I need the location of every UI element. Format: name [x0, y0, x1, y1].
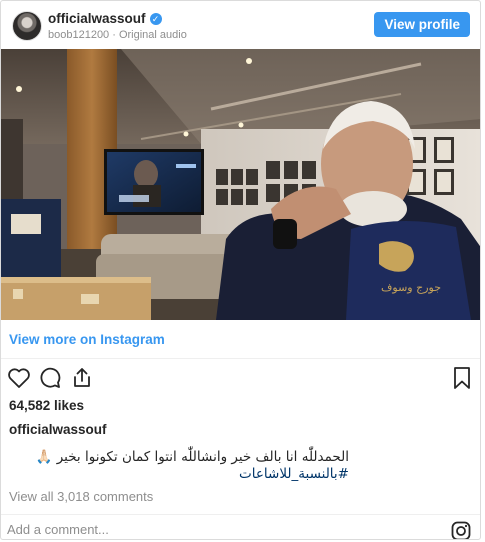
heart-icon[interactable]: [6, 365, 32, 391]
instagram-embed-card: officialwassouf ✓ boob121200 · Original a…: [0, 0, 481, 540]
view-more-bar: View more on Instagram: [1, 321, 480, 359]
video-frame: جورج وسوف: [1, 49, 480, 320]
comment-bar: [1, 514, 480, 539]
view-profile-button[interactable]: View profile: [374, 12, 470, 37]
post-caption: الحمدللّٰه انا بالف خير وانشاللّٰه انتوا…: [9, 449, 349, 483]
post-video[interactable]: جورج وسوف: [1, 49, 480, 320]
caption-username[interactable]: officialwassouf: [9, 422, 107, 437]
comment-icon[interactable]: [37, 365, 63, 391]
instagram-logo-icon[interactable]: [451, 521, 471, 539]
view-more-on-instagram-link[interactable]: View more on Instagram: [9, 332, 165, 347]
action-bar: [1, 363, 480, 393]
bookmark-icon[interactable]: [449, 365, 475, 391]
verified-badge-icon: ✓: [149, 13, 162, 25]
username-row[interactable]: officialwassouf ✓: [48, 11, 162, 26]
add-comment-input[interactable]: [7, 522, 307, 537]
username[interactable]: officialwassouf: [48, 11, 146, 26]
audio-subtitle[interactable]: boob121200 · Original audio: [48, 29, 187, 41]
view-all-comments-link[interactable]: View all 3,018 comments: [9, 489, 153, 504]
share-icon[interactable]: [69, 365, 95, 391]
avatar[interactable]: [12, 11, 42, 41]
likes-count[interactable]: 64,582 likes: [9, 398, 84, 413]
post-header: officialwassouf ✓ boob121200 · Original a…: [1, 1, 480, 49]
caption-line: الحمدللّٰه انا بالف خير وانشاللّٰه انتوا…: [35, 449, 349, 465]
towel-print: جورج وسوف: [381, 281, 441, 294]
caption-hashtag[interactable]: #بالنسبة_للاشاعات: [9, 466, 349, 483]
